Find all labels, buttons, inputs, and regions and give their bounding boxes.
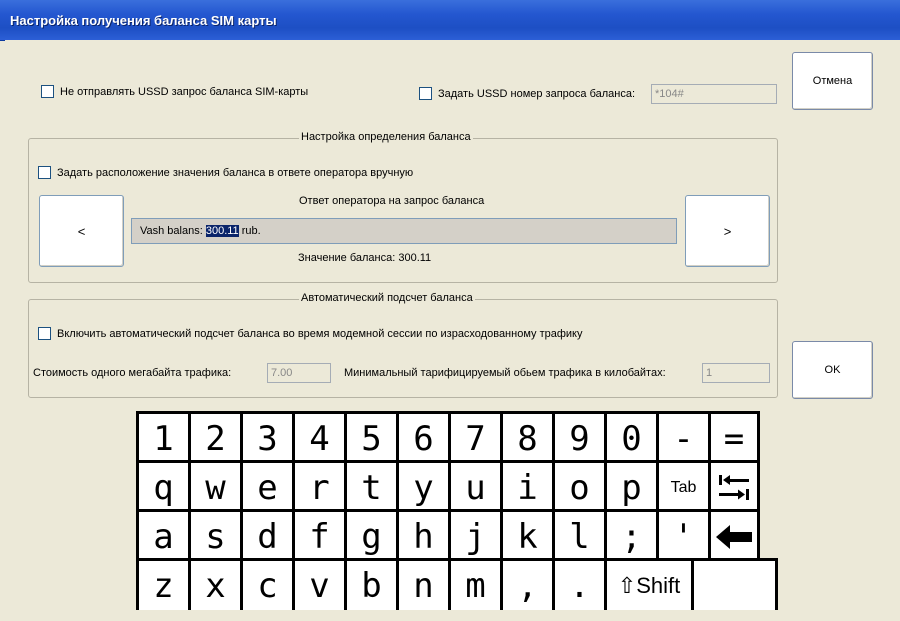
checkbox-box[interactable] bbox=[419, 87, 432, 100]
key-6[interactable]: 6 bbox=[396, 411, 448, 463]
min-kb-label: Минимальный тарифицируемый обьем трафика… bbox=[344, 367, 666, 379]
key-4[interactable]: 4 bbox=[292, 411, 344, 463]
key-e[interactable]: e bbox=[240, 460, 292, 512]
key-tab[interactable]: Tab bbox=[656, 460, 708, 512]
key-3[interactable]: 3 bbox=[240, 411, 292, 463]
response-selected-value: 300.11 bbox=[205, 225, 239, 237]
key-g[interactable]: g bbox=[344, 509, 396, 561]
key-n[interactable]: n bbox=[396, 558, 448, 610]
checkbox-box[interactable] bbox=[38, 327, 51, 340]
key-c[interactable]: c bbox=[240, 558, 292, 610]
on-screen-keyboard: 1 2 3 4 5 6 7 8 9 0 - = q w e r t y u i … bbox=[136, 411, 796, 621]
key-tab-arrows[interactable] bbox=[708, 460, 760, 512]
tab-arrows-icon bbox=[719, 474, 749, 500]
manual-position-checkbox[interactable]: Задать расположение значения баланса в о… bbox=[38, 166, 413, 179]
key-shift[interactable]: ⇧Shift bbox=[604, 558, 691, 610]
ussd-number-input[interactable]: *104# bbox=[651, 84, 777, 104]
title-bar: Настройка получения баланса SIM карты bbox=[0, 0, 900, 41]
prev-button[interactable]: < bbox=[39, 195, 124, 267]
key-f[interactable]: f bbox=[292, 509, 344, 561]
mb-cost-input[interactable]: 7.00 bbox=[267, 363, 331, 383]
mb-cost-label: Стоимость одного мегабайта трафика: bbox=[33, 367, 232, 379]
key-2[interactable]: 2 bbox=[188, 411, 240, 463]
key-l[interactable]: l bbox=[552, 509, 604, 561]
auto-calc-legend: Автоматический подсчет баланса bbox=[299, 292, 475, 304]
key-d[interactable]: d bbox=[240, 509, 292, 561]
keyboard-row-3: a s d f g h j k l ; ' bbox=[136, 509, 760, 561]
next-button[interactable]: > bbox=[685, 195, 770, 267]
key-a[interactable]: a bbox=[136, 509, 188, 561]
response-suffix: rub. bbox=[238, 225, 261, 237]
set-ussd-number-checkbox[interactable]: Задать USSD номер запроса баланса: bbox=[419, 87, 635, 100]
operator-response-field[interactable]: Vash balans: 300.11 rub. bbox=[131, 218, 677, 244]
key-comma[interactable]: , bbox=[500, 558, 552, 610]
no-ussd-checkbox[interactable]: Не отправлять USSD запрос баланса SIM-ка… bbox=[41, 85, 308, 98]
keyboard-row-4: z x c v b n m , . ⇧Shift bbox=[136, 558, 778, 610]
key-t[interactable]: t bbox=[344, 460, 396, 512]
key-7[interactable]: 7 bbox=[448, 411, 500, 463]
key-space[interactable] bbox=[691, 558, 778, 610]
key-p[interactable]: p bbox=[604, 460, 656, 512]
key-semicolon[interactable]: ; bbox=[604, 509, 656, 561]
key-5[interactable]: 5 bbox=[344, 411, 396, 463]
key-8[interactable]: 8 bbox=[500, 411, 552, 463]
key-v[interactable]: v bbox=[292, 558, 344, 610]
key-o[interactable]: o bbox=[552, 460, 604, 512]
cancel-button[interactable]: Отмена bbox=[792, 52, 873, 110]
key-j[interactable]: j bbox=[448, 509, 500, 561]
auto-calc-group bbox=[28, 299, 778, 398]
ok-button[interactable]: OK bbox=[792, 341, 873, 399]
key-s[interactable]: s bbox=[188, 509, 240, 561]
keyboard-row-2: q w e r t y u i o p Tab bbox=[136, 460, 760, 512]
balance-value-label: Значение баланса: 300.11 bbox=[298, 252, 432, 264]
checkbox-box[interactable] bbox=[38, 166, 51, 179]
key-h[interactable]: h bbox=[396, 509, 448, 561]
key-9[interactable]: 9 bbox=[552, 411, 604, 463]
key-i[interactable]: i bbox=[500, 460, 552, 512]
key-1[interactable]: 1 bbox=[136, 411, 188, 463]
auto-calc-checkbox[interactable]: Включить автоматический подсчет баланса … bbox=[38, 327, 582, 340]
balance-setup-legend: Настройка определения баланса bbox=[299, 131, 473, 143]
checkbox-box[interactable] bbox=[41, 85, 54, 98]
key-minus[interactable]: - bbox=[656, 411, 708, 463]
key-y[interactable]: y bbox=[396, 460, 448, 512]
key-period[interactable]: . bbox=[552, 558, 604, 610]
key-z[interactable]: z bbox=[136, 558, 188, 610]
min-kb-input[interactable]: 1 bbox=[702, 363, 770, 383]
key-equals[interactable]: = bbox=[708, 411, 760, 463]
response-caption: Ответ оператора на запрос баланса bbox=[299, 195, 485, 207]
key-q[interactable]: q bbox=[136, 460, 188, 512]
key-backspace[interactable] bbox=[708, 509, 760, 561]
no-ussd-label: Не отправлять USSD запрос баланса SIM-ка… bbox=[60, 85, 309, 98]
response-prefix: Vash balans: bbox=[140, 225, 206, 237]
dialog-body: Отмена OK Не отправлять USSD запрос бала… bbox=[5, 40, 900, 621]
backspace-arrow-icon bbox=[716, 524, 752, 549]
key-b[interactable]: b bbox=[344, 558, 396, 610]
keyboard-row-1: 1 2 3 4 5 6 7 8 9 0 - = bbox=[136, 411, 760, 463]
manual-position-label: Задать расположение значения баланса в о… bbox=[57, 166, 414, 179]
key-w[interactable]: w bbox=[188, 460, 240, 512]
key-apostrophe[interactable]: ' bbox=[656, 509, 708, 561]
key-m[interactable]: m bbox=[448, 558, 500, 610]
key-r[interactable]: r bbox=[292, 460, 344, 512]
key-0[interactable]: 0 bbox=[604, 411, 656, 463]
auto-calc-label: Включить автоматический подсчет баланса … bbox=[57, 327, 583, 340]
set-ussd-number-label: Задать USSD номер запроса баланса: bbox=[438, 87, 636, 100]
key-x[interactable]: x bbox=[188, 558, 240, 610]
key-u[interactable]: u bbox=[448, 460, 500, 512]
window-title: Настройка получения баланса SIM карты bbox=[10, 13, 277, 28]
key-k[interactable]: k bbox=[500, 509, 552, 561]
